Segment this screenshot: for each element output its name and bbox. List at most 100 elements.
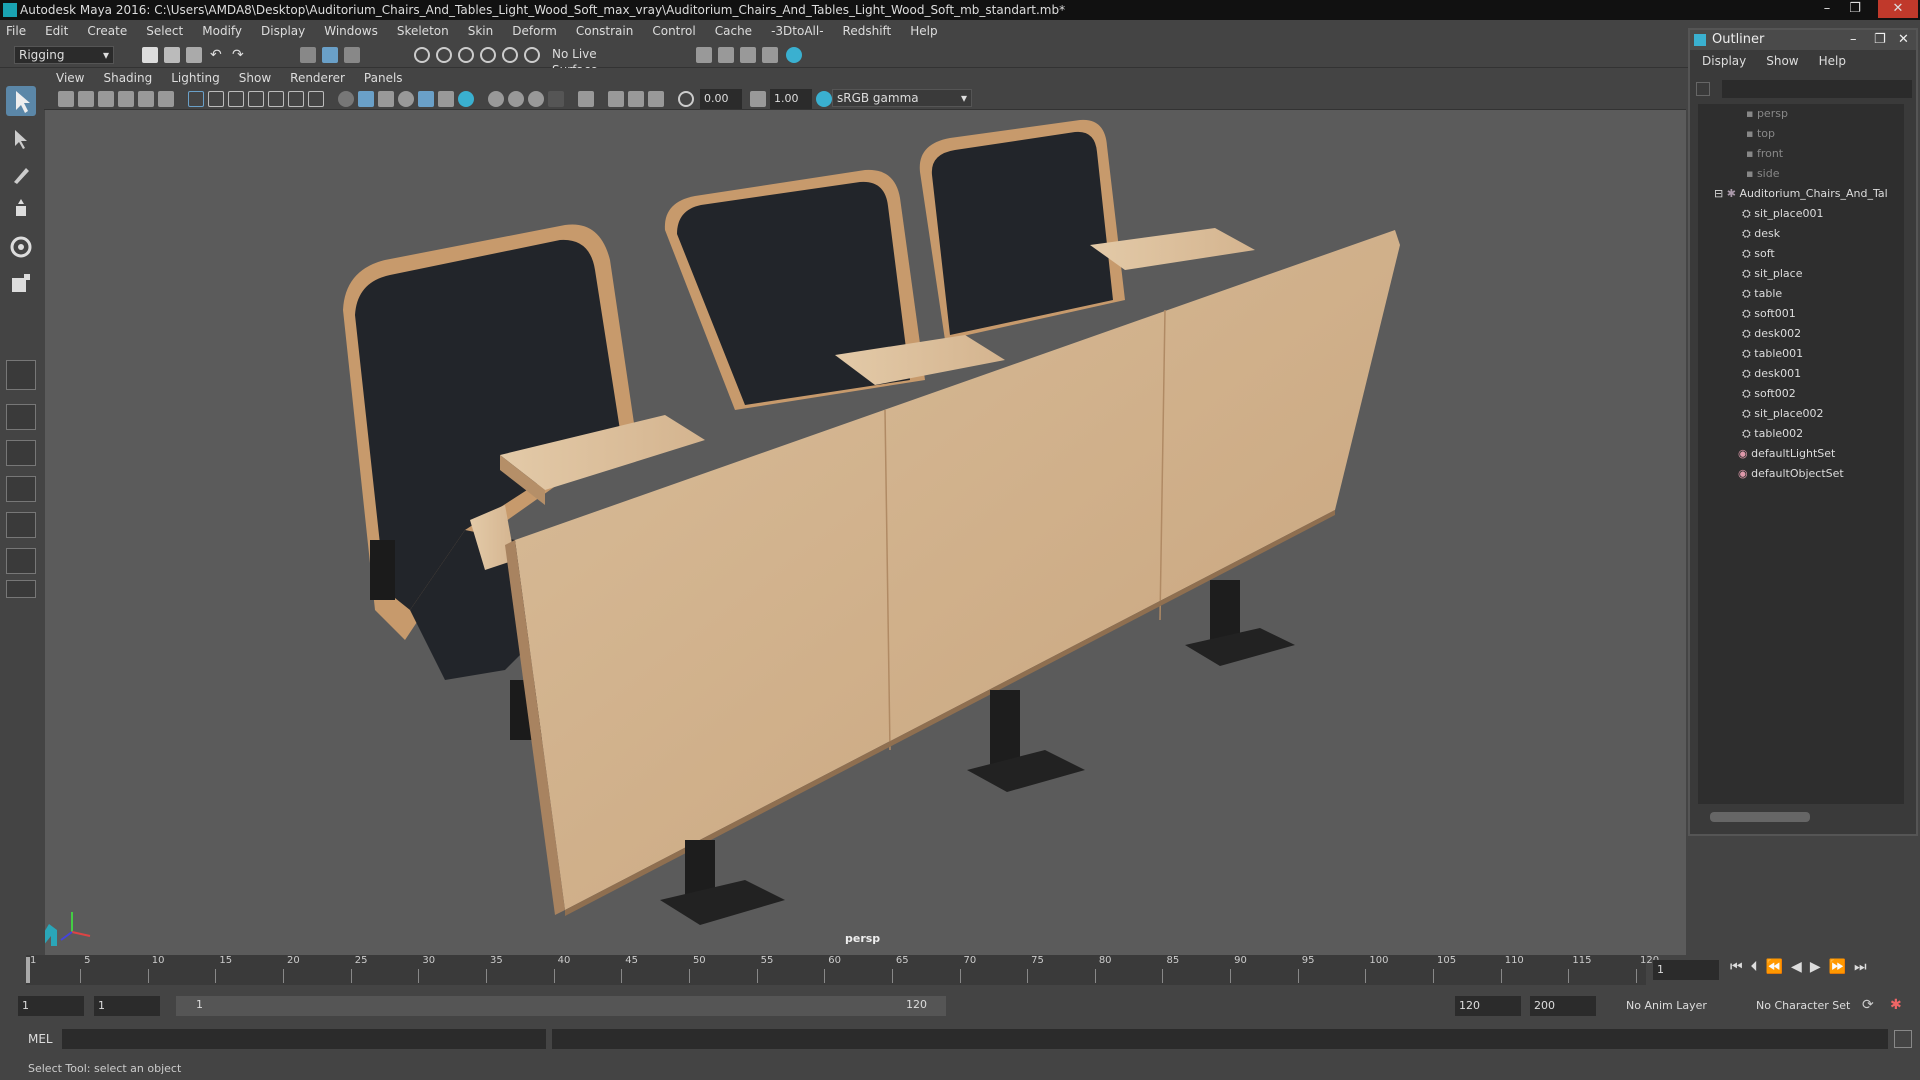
vp-menu-panels[interactable]: Panels <box>364 71 403 85</box>
redo-icon[interactable]: ↷ <box>232 47 248 63</box>
outliner-item-row[interactable]: ⛭ sit_place <box>1742 264 1803 284</box>
filter-icon[interactable] <box>1696 82 1710 96</box>
image-plane-icon[interactable] <box>118 91 134 107</box>
layout-single-icon[interactable] <box>6 360 36 390</box>
wireframe-icon[interactable] <box>338 91 354 107</box>
group-row[interactable]: ⊟ ✱ Auditorium_Chairs_And_Tal <box>1714 184 1888 204</box>
layout-two-icon[interactable] <box>6 440 36 466</box>
perspective-viewport[interactable]: persp <box>45 110 1686 955</box>
camera-icon[interactable] <box>58 91 74 107</box>
safe-title-icon[interactable] <box>308 91 324 107</box>
menu-display[interactable]: Display <box>261 24 305 38</box>
open-scene-icon[interactable] <box>164 47 180 63</box>
exposure-icon[interactable] <box>678 91 694 107</box>
range-slider[interactable]: 1 120 <box>176 996 946 1016</box>
outliner-item-row[interactable]: ⛭ table <box>1742 284 1782 304</box>
menu-file[interactable]: File <box>6 24 26 38</box>
vp-menu-shading[interactable]: Shading <box>103 71 152 85</box>
camera-front-row[interactable]: ▪ front <box>1746 144 1783 164</box>
anti-aliasing-icon[interactable] <box>508 91 524 107</box>
xray-icon[interactable] <box>578 91 594 107</box>
outliner-item-row[interactable]: ⛭ desk001 <box>1742 364 1801 384</box>
film-gate-icon[interactable] <box>208 91 224 107</box>
exposure-field[interactable]: 0.00 <box>700 89 742 109</box>
horizontal-scrollbar[interactable] <box>1710 812 1810 822</box>
live-surface-field[interactable]: No Live Surface <box>548 46 640 77</box>
vp-menu-renderer[interactable]: Renderer <box>290 71 345 85</box>
outliner-item-row[interactable]: ⛭ sit_place002 <box>1742 404 1824 424</box>
render-view-icon[interactable] <box>762 47 778 63</box>
time-slider[interactable]: 1 5 10 15 20 25 30 35 40 45 50 55 60 65 70 75 80 85 90 95 10… <box>0 955 1920 985</box>
set-row[interactable]: ◉ defaultObjectSet <box>1738 464 1844 484</box>
menu-create[interactable]: Create <box>87 24 127 38</box>
motion-blur-icon[interactable] <box>488 91 504 107</box>
render-settings-icon[interactable] <box>696 47 712 63</box>
outliner-item-row[interactable]: ⛭ table002 <box>1742 424 1803 444</box>
depth-of-field-icon[interactable] <box>528 91 544 107</box>
anim-layer-dropdown[interactable]: No Anim Layer <box>1622 996 1740 1016</box>
xray-components-icon[interactable] <box>628 91 644 107</box>
safe-action-icon[interactable] <box>288 91 304 107</box>
menu-cache[interactable]: Cache <box>715 24 752 38</box>
color-space-dropdown[interactable]: sRGB gamma ▾ <box>832 89 972 107</box>
select-hierarchy-icon[interactable] <box>300 47 316 63</box>
select-component-icon[interactable] <box>344 47 360 63</box>
render-frame-icon[interactable] <box>718 47 734 63</box>
layout-node-icon[interactable] <box>6 548 36 574</box>
outliner-menu-show[interactable]: Show <box>1766 54 1798 68</box>
collapse-icon[interactable]: ⊟ <box>1714 187 1727 200</box>
animation-prefs-icon[interactable]: ✱ <box>1890 997 1902 1013</box>
playback-start-field[interactable]: 1 <box>94 996 160 1016</box>
camera-top-row[interactable]: ▪ top <box>1746 124 1775 144</box>
vp-menu-view[interactable]: View <box>56 71 84 85</box>
save-scene-icon[interactable] <box>186 47 202 63</box>
snap-point-icon[interactable] <box>458 47 474 63</box>
step-forward-icon[interactable]: ⏩ <box>1829 959 1854 975</box>
menu-control[interactable]: Control <box>652 24 695 38</box>
outliner-restore-icon[interactable]: ❐ <box>1874 30 1886 50</box>
undo-icon[interactable]: ↶ <box>210 47 226 63</box>
new-scene-icon[interactable] <box>142 47 158 63</box>
rotate-tool-icon[interactable] <box>6 232 36 262</box>
step-back-key-icon[interactable]: ⏴ <box>1751 959 1766 975</box>
xray-joints-icon[interactable] <box>608 91 624 107</box>
menu-skeleton[interactable]: Skeleton <box>397 24 449 38</box>
menu-edit[interactable]: Edit <box>45 24 68 38</box>
outliner-item-row[interactable]: ⛭ sit_place001 <box>1742 204 1824 224</box>
bookmark-icon[interactable] <box>98 91 114 107</box>
layout-outliner-icon[interactable] <box>6 476 36 502</box>
camera-side-row[interactable]: ▪ side <box>1746 164 1780 184</box>
snap-grid-icon[interactable] <box>414 47 430 63</box>
move-tool-icon[interactable] <box>6 196 36 226</box>
auto-key-icon[interactable]: ⟳ <box>1862 997 1874 1013</box>
grid-icon[interactable] <box>188 91 204 107</box>
menu-skin[interactable]: Skin <box>468 24 494 38</box>
menu-redshift[interactable]: Redshift <box>843 24 892 38</box>
snap-plane-icon[interactable] <box>524 47 540 63</box>
gate-mask-icon[interactable] <box>248 91 264 107</box>
layout-graph-icon[interactable] <box>6 512 36 538</box>
textured-icon[interactable] <box>398 91 414 107</box>
hud-icon[interactable] <box>648 91 664 107</box>
paint-select-icon[interactable] <box>6 160 36 190</box>
camera-attributes-icon[interactable] <box>78 91 94 107</box>
playback-controls[interactable]: ⏮⏴⏪◀▶⏩⏭ <box>1730 959 1875 975</box>
menu-3dtoall[interactable]: -3DtoAll- <box>771 24 823 38</box>
isolate-select-icon[interactable] <box>548 91 564 107</box>
vp-menu-lighting[interactable]: Lighting <box>171 71 220 85</box>
close-icon[interactable]: ✕ <box>1878 0 1918 18</box>
layout-more-icon[interactable] <box>6 580 36 598</box>
outliner-item-row[interactable]: ⛭ soft002 <box>1742 384 1796 404</box>
set-row[interactable]: ◉ defaultLightSet <box>1738 444 1835 464</box>
minimize-icon[interactable]: – <box>1812 0 1842 18</box>
restore-icon[interactable]: ❐ <box>1840 0 1870 18</box>
snap-view-icon[interactable] <box>480 47 496 63</box>
playhead[interactable] <box>26 957 30 983</box>
outliner-close-icon[interactable]: ✕ <box>1898 30 1909 50</box>
script-language-label[interactable]: MEL <box>28 1032 53 1046</box>
menu-windows[interactable]: Windows <box>324 24 378 38</box>
outliner-item-row[interactable]: ⛭ desk002 <box>1742 324 1801 344</box>
menu-help[interactable]: Help <box>910 24 937 38</box>
step-back-icon[interactable]: ⏪ <box>1766 959 1791 975</box>
current-frame-field[interactable]: 1 <box>1653 960 1719 980</box>
